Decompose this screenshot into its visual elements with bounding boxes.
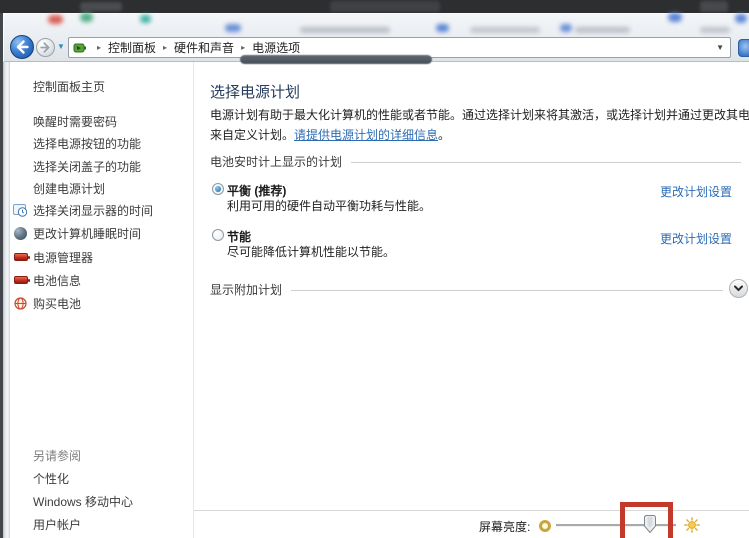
- breadcrumb-separator-icon[interactable]: ▸: [241, 43, 245, 52]
- blurred-content: [436, 24, 449, 32]
- blurred-content: [80, 13, 93, 22]
- power-saver-plan-radio[interactable]: [212, 229, 224, 241]
- power-saver-change-settings-link[interactable]: 更改计划设置: [660, 230, 732, 247]
- forward-icon: [37, 39, 54, 56]
- blurred-content: [700, 27, 730, 33]
- sidebar-item-personalization[interactable]: 个性化: [13, 470, 191, 486]
- back-button[interactable]: [10, 35, 34, 59]
- sidebar-item-lid-close[interactable]: 选择关闭盖子的功能: [13, 158, 191, 174]
- forward-button[interactable]: [36, 38, 55, 57]
- blurred-censor-bar: [240, 55, 432, 64]
- blurred-content: [140, 15, 151, 23]
- display-clock-icon: [13, 204, 28, 217]
- brightness-bright-icon: [684, 517, 700, 538]
- sidebar-item-create-plan[interactable]: 创建电源计划: [13, 180, 191, 196]
- sidebar-item-control-panel-home[interactable]: 控制面板主页: [13, 78, 191, 94]
- battery-meter-plans-group: 电池安时计上显示的计划: [210, 153, 741, 170]
- blurred-content: [48, 15, 63, 24]
- sidebar-item-sleep-time[interactable]: 更改计算机睡眠时间: [13, 225, 191, 241]
- sidebar-item-display-off-time[interactable]: 选择关闭显示器的时间: [13, 202, 191, 218]
- plan-description-line1: 电源计划有助于最大化计算机的性能或者节能。通过选择计划来将其激活，或选择计划并通…: [210, 106, 749, 123]
- sidebar-item-battery-info[interactable]: 电池信息: [13, 272, 191, 288]
- annotation-highlight-rectangle: [620, 502, 673, 538]
- breadcrumb-control-panel[interactable]: 控制面板: [108, 39, 156, 56]
- blurred-content: [225, 24, 241, 32]
- battery-meter-plans-label: 电池安时计上显示的计划: [210, 153, 342, 170]
- refresh-button-partial[interactable]: [738, 39, 749, 57]
- sidebar-item-user-accounts[interactable]: 用户帐户: [13, 516, 191, 532]
- sidebar-item-power-manager[interactable]: 电源管理器: [13, 249, 191, 265]
- sidebar-see-also-header: 另请参阅: [13, 447, 191, 463]
- plan-description-line2-text: 来自定义计划。: [210, 128, 294, 142]
- plan-details-link[interactable]: 请提供电源计划的详细信息: [294, 128, 438, 142]
- back-icon: [11, 36, 33, 58]
- blurred-content: [330, 1, 440, 12]
- blurred-content: [80, 2, 122, 11]
- breadcrumb-separator-icon[interactable]: ▸: [163, 43, 167, 52]
- sleep-moon-icon: [13, 227, 28, 240]
- sidebar-item-power-buttons[interactable]: 选择电源按钮的功能: [13, 135, 191, 151]
- group-divider-line: [351, 162, 741, 163]
- balanced-plan-radio[interactable]: [212, 183, 224, 195]
- globe-icon: [13, 297, 28, 310]
- breadcrumb-power-options[interactable]: 电源选项: [252, 39, 300, 56]
- battery-icon: [13, 276, 28, 284]
- sidebar-item-buy-battery[interactable]: 购买电池: [13, 295, 191, 311]
- blurred-content: [300, 27, 390, 33]
- sidebar: 控制面板主页 唤醒时需要密码 选择电源按钮的功能 选择关闭盖子的功能 创建电源计…: [10, 62, 193, 538]
- power-saver-plan-description: 尽可能降低计算机性能以节能。: [227, 243, 395, 260]
- group-divider-line: [291, 290, 723, 291]
- sidebar-item-mobility-center[interactable]: Windows 移动中心: [13, 493, 191, 509]
- power-options-icon: [73, 41, 87, 55]
- battery-icon: [13, 253, 28, 261]
- additional-plans-group: 显示附加计划: [210, 281, 723, 298]
- blurred-content: [560, 24, 572, 32]
- plan-description-line2: 来自定义计划。请提供电源计划的详细信息。: [210, 126, 450, 143]
- sidebar-item-require-password[interactable]: 唤醒时需要密码: [13, 113, 191, 129]
- breadcrumb-hardware-sound[interactable]: 硬件和声音: [174, 39, 234, 56]
- expand-additional-plans-button[interactable]: [729, 279, 748, 298]
- plan-description-line2-end: 。: [438, 128, 450, 142]
- blurred-content: [575, 27, 630, 33]
- blurred-content: [668, 13, 682, 22]
- brightness-dim-icon: [539, 520, 551, 532]
- window-left-border: [3, 62, 10, 538]
- additional-plans-label: 显示附加计划: [210, 281, 282, 298]
- chevron-down-icon: [732, 282, 745, 295]
- balanced-change-settings-link[interactable]: 更改计划设置: [660, 183, 732, 200]
- blurred-content: [735, 14, 747, 23]
- sidebar-divider: [193, 62, 194, 538]
- power-options-screenshot: ▼ ▸ 控制面板 ▸ 硬件和声音 ▸ 电源选项 ▼ 控制面板主页 唤醒时需要密码…: [0, 0, 749, 538]
- breadcrumb-separator-icon[interactable]: ▸: [97, 43, 101, 52]
- blurred-content: [470, 27, 540, 33]
- screen-brightness-label: 屏幕亮度:: [479, 518, 530, 535]
- blurred-content: [700, 1, 728, 12]
- balanced-plan-description: 利用可用的硬件自动平衡功耗与性能。: [227, 197, 431, 214]
- background-window-titlebar: [0, 0, 749, 13]
- address-history-caret-icon[interactable]: ▼: [716, 43, 724, 52]
- recent-pages-dropdown[interactable]: ▼: [57, 42, 65, 51]
- page-title: 选择电源计划: [210, 81, 300, 102]
